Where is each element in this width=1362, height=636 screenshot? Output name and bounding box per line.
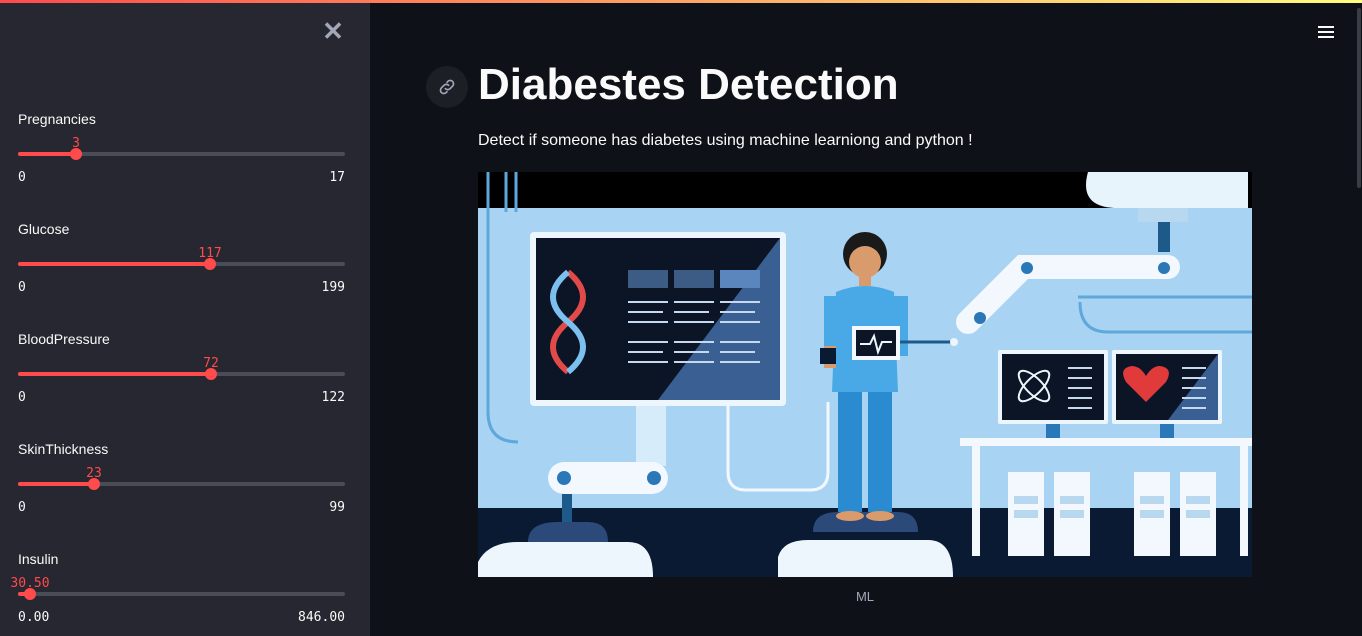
slider-max: 122 — [321, 390, 345, 405]
hamburger-menu-icon — [1318, 26, 1334, 28]
top-decoration-bar — [0, 0, 1362, 3]
slider-max: 846.00 — [298, 610, 345, 625]
slider-blood-pressure: BloodPressure 72 0 122 — [18, 331, 345, 431]
slider-track[interactable] — [18, 372, 345, 376]
slider-min: 0 — [18, 170, 26, 185]
slider-insulin: Insulin 30.50 0.00 846.00 — [10, 551, 345, 636]
slider-min: 0 — [18, 390, 26, 405]
hamburger-menu-icon-bar — [1318, 36, 1334, 38]
heading-anchor-link[interactable] — [426, 66, 468, 108]
slider-fill — [18, 482, 94, 486]
slider-min: 0 — [18, 280, 26, 295]
slider-thumb[interactable] — [204, 258, 216, 270]
main-menu-button[interactable] — [1316, 23, 1336, 41]
sidebar: ✕ Pregnancies 3 0 17 Glucose 117 0 199 B… — [0, 0, 370, 636]
link-icon — [439, 79, 455, 95]
slider-thumb[interactable] — [70, 148, 82, 160]
hero-illustration — [478, 172, 1252, 577]
slider-track[interactable] — [18, 482, 345, 486]
slider-max: 17 — [329, 170, 345, 185]
slider-label: SkinThickness — [18, 441, 109, 457]
slider-max: 199 — [321, 280, 345, 295]
slider-pregnancies: Pregnancies 3 0 17 — [18, 111, 345, 211]
slider-track[interactable] — [18, 152, 345, 156]
close-icon: ✕ — [322, 16, 344, 46]
slider-track[interactable] — [18, 262, 345, 266]
slider-glucose: Glucose 117 0 199 — [18, 221, 345, 321]
page-scrollbar[interactable] — [1356, 0, 1362, 636]
image-caption: ML — [855, 589, 875, 604]
slider-label: BloodPressure — [18, 331, 110, 347]
slider-min: 0.00 — [18, 610, 50, 625]
page-title: Diabestes Detection — [478, 60, 899, 109]
slider-track[interactable] — [18, 592, 345, 596]
lab-illustration — [478, 172, 1252, 577]
slider-skin-thickness: SkinThickness 23 0 99 — [18, 441, 345, 541]
slider-label: Pregnancies — [18, 111, 96, 127]
slider-label: Insulin — [18, 551, 59, 567]
slider-thumb[interactable] — [205, 368, 217, 380]
close-sidebar-button[interactable]: ✕ — [320, 18, 346, 44]
slider-max: 99 — [329, 500, 345, 515]
slider-thumb[interactable] — [24, 588, 36, 600]
slider-fill — [18, 152, 76, 156]
slider-fill — [18, 372, 211, 376]
main-content: Diabestes Detection Detect if someone ha… — [370, 0, 1362, 636]
hamburger-menu-icon-bar — [1318, 31, 1334, 33]
slider-min: 0 — [18, 500, 26, 515]
scrollbar-thumb[interactable] — [1357, 8, 1361, 188]
slider-thumb[interactable] — [88, 478, 100, 490]
slider-fill — [18, 262, 210, 266]
page-subtitle: Detect if someone has diabetes using mac… — [478, 132, 973, 149]
slider-label: Glucose — [18, 221, 70, 237]
